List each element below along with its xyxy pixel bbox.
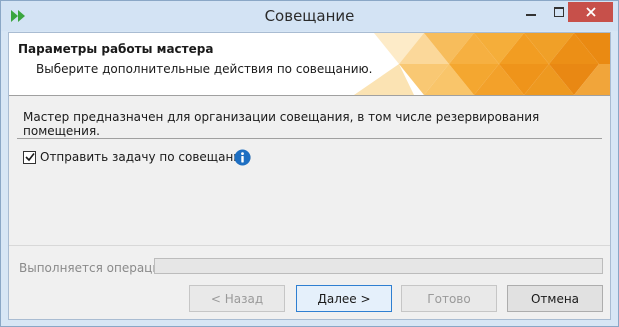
finish-button[interactable]: Готово: [401, 285, 497, 312]
divider: [17, 138, 602, 139]
banner-subtitle: Выберите дополнительные действия по сове…: [36, 62, 373, 76]
maximize-icon: [554, 7, 564, 17]
divider: [9, 245, 610, 246]
next-button[interactable]: Далее >: [296, 285, 392, 312]
info-icon[interactable]: [234, 149, 251, 166]
close-button[interactable]: [568, 2, 613, 22]
minimize-icon: [526, 14, 536, 16]
wizard-header-banner: Параметры работы мастера Выберите дополн…: [9, 33, 610, 96]
banner-decoration: [354, 33, 610, 95]
send-task-option[interactable]: Отправить задачу по совещанию: [23, 150, 251, 164]
banner-title: Параметры работы мастера: [18, 42, 214, 56]
cancel-button[interactable]: Отмена: [507, 285, 603, 312]
operation-progress-bar: [154, 258, 603, 274]
wizard-body: Параметры работы мастера Выберите дополн…: [8, 32, 611, 320]
operation-status-label: Выполняется операция: [19, 261, 168, 275]
minimize-button[interactable]: [518, 2, 544, 22]
checkmark-icon: [24, 153, 35, 162]
back-button[interactable]: < Назад: [189, 285, 285, 312]
wizard-description: Мастер предназначен для организации сове…: [23, 110, 540, 138]
wizard-window: Совещание Параметры работы мастера Выбер…: [0, 0, 619, 327]
send-task-label: Отправить задачу по совещанию: [40, 150, 252, 164]
send-task-checkbox[interactable]: [23, 150, 36, 164]
close-icon: [585, 7, 596, 17]
title-bar[interactable]: Совещание: [1, 1, 618, 31]
